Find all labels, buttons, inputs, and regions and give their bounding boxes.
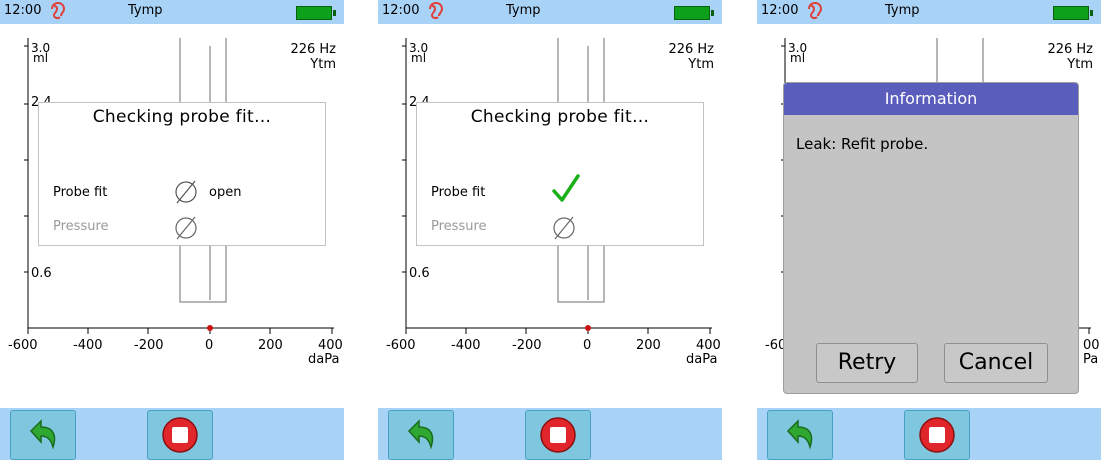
cancel-button[interactable]: Cancel: [944, 343, 1048, 383]
dialog-message: Leak: Refit probe.: [796, 135, 929, 153]
y-unit: ml: [790, 51, 806, 65]
probe-check-dialog: Checking probe fit… Probe fit Pressure: [416, 102, 704, 246]
retry-button[interactable]: Retry: [816, 343, 918, 383]
y-tick-0-6: 0.6: [409, 266, 430, 281]
back-button[interactable]: [767, 410, 833, 460]
stop-icon: [919, 417, 955, 453]
back-arrow-icon: [407, 419, 434, 450]
probe-check-dialog: Checking probe fit… Probe fit open Press…: [38, 102, 326, 246]
stop-button[interactable]: [525, 410, 591, 460]
pressure-label: Pressure: [53, 219, 109, 234]
information-dialog: Information Leak: Refit probe. Retry Can…: [783, 82, 1079, 394]
x-tick: 400: [696, 338, 721, 353]
x-tick: -400: [73, 338, 103, 353]
checkmark-icon: [551, 173, 581, 209]
x-unit: daPa: [686, 352, 718, 367]
x-unit: Pa: [1083, 352, 1099, 367]
frequency-label: 226 Hz: [290, 42, 336, 57]
x-tick: 200: [636, 338, 661, 353]
screen-probe-open: 12:00 Tymp 3.0 ml 2.4 0.6 226 Hz Ytm -60…: [0, 0, 344, 460]
x-tick: 00: [1083, 338, 1100, 353]
x-tick: -600: [386, 338, 416, 353]
empty-set-icon: [173, 179, 199, 209]
mode-label: Ytm: [1067, 57, 1093, 72]
x-unit: daPa: [308, 352, 340, 367]
pressure-marker: [207, 325, 213, 331]
x-tick: -200: [512, 338, 542, 353]
x-tick: 0: [583, 338, 592, 353]
x-tick: -600: [8, 338, 38, 353]
frequency-label: 226 Hz: [1047, 42, 1093, 57]
empty-set-icon: [173, 215, 199, 245]
stop-button[interactable]: [904, 410, 970, 460]
back-arrow-icon: [786, 419, 813, 450]
x-tick: 200: [258, 338, 283, 353]
pressure-marker: [585, 325, 591, 331]
x-tick: -200: [134, 338, 164, 353]
back-arrow-icon: [29, 419, 56, 450]
y-unit: ml: [411, 51, 427, 65]
dialog-title: Checking probe fit…: [92, 107, 272, 127]
pressure-label: Pressure: [431, 219, 487, 234]
bottom-toolbar: [0, 408, 344, 460]
dialog-title: Checking probe fit…: [470, 107, 650, 127]
stop-button[interactable]: [147, 410, 213, 460]
bottom-toolbar: [757, 408, 1101, 460]
probe-fit-label: Probe fit: [431, 185, 486, 200]
mode-label: Ytm: [688, 57, 714, 72]
y-unit: ml: [33, 51, 49, 65]
x-tick: -400: [451, 338, 481, 353]
back-button[interactable]: [388, 410, 454, 460]
dialog-title: Information: [784, 83, 1078, 115]
stop-icon: [540, 417, 576, 453]
y-tick-0-6: 0.6: [31, 266, 52, 281]
x-tick: 0: [205, 338, 214, 353]
x-tick: 400: [318, 338, 343, 353]
stop-icon: [162, 417, 198, 453]
probe-fit-status: open: [209, 185, 242, 200]
mode-label: Ytm: [310, 57, 336, 72]
screen-probe-fit-ok: 12:00 Tymp 3.0 ml 2.4 0.6 226 Hz Ytm -60…: [378, 0, 722, 460]
back-button[interactable]: [10, 410, 76, 460]
frequency-label: 226 Hz: [668, 42, 714, 57]
screen-leak-info: 12:00 Tymp 3.0 ml 226 Hz Ytm -60 00 Pa I…: [757, 0, 1101, 460]
bottom-toolbar: [378, 408, 722, 460]
empty-set-icon: [551, 215, 577, 245]
probe-fit-label: Probe fit: [53, 185, 108, 200]
